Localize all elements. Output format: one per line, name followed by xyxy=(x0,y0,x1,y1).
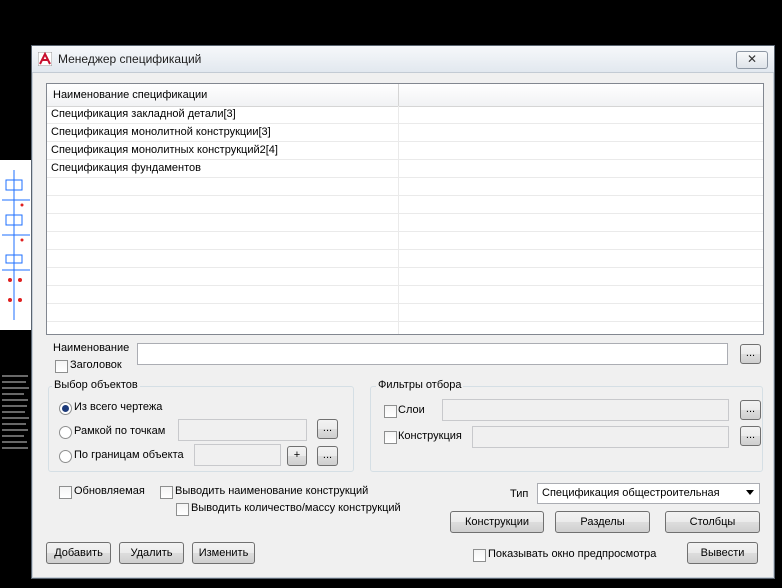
name-input[interactable] xyxy=(137,343,728,365)
list-item-empty xyxy=(47,232,763,250)
radio-window-points-label: Рамкой по точкам xyxy=(74,425,166,437)
chevron-down-icon xyxy=(746,490,754,495)
close-icon: ✕ xyxy=(746,52,758,66)
list-item-empty xyxy=(47,322,763,334)
column-header-spec-name[interactable]: Наименование спецификации xyxy=(47,84,399,106)
list-item[interactable]: Спецификация монолитной конструкции[3] xyxy=(47,124,763,142)
list-item-empty xyxy=(47,268,763,286)
construction-checkbox[interactable] xyxy=(384,431,397,444)
updatable-checkbox[interactable] xyxy=(59,486,72,499)
columns-button[interactable]: Столбцы xyxy=(665,511,760,533)
constructions-button[interactable]: Конструкции xyxy=(450,511,544,533)
preview-label: Показывать окно предпросмотра xyxy=(488,548,657,560)
show-names-label: Выводить наименование конструкций xyxy=(175,485,369,497)
close-button[interactable]: ✕ xyxy=(736,51,768,69)
name-browse-button[interactable]: ... xyxy=(740,344,761,364)
cad-background-drawing xyxy=(0,160,32,330)
window-points-browse-button[interactable]: ... xyxy=(317,419,338,439)
construction-browse-button[interactable]: ... xyxy=(740,426,761,446)
header-checkbox[interactable] xyxy=(55,360,68,373)
object-bounds-input xyxy=(194,444,281,466)
radio-whole-drawing-label: Из всего чертежа xyxy=(74,401,163,413)
list-item[interactable]: Спецификация монолитных конструкций2[4] xyxy=(47,142,763,160)
list-item-empty xyxy=(47,286,763,304)
object-bounds-browse-button[interactable]: ... xyxy=(317,446,338,466)
delete-button[interactable]: Удалить xyxy=(119,542,184,564)
spec-list[interactable]: Наименование спецификации Спецификация з… xyxy=(46,83,764,335)
show-quantity-checkbox[interactable] xyxy=(176,503,189,516)
edit-button[interactable]: Изменить xyxy=(192,542,255,564)
header-checkbox-label: Заголовок xyxy=(70,359,122,371)
list-item-empty xyxy=(47,304,763,322)
construction-input xyxy=(472,426,729,448)
window-points-input xyxy=(178,419,307,441)
object-bounds-plus-button[interactable]: + xyxy=(287,446,307,466)
construction-label: Конструкция xyxy=(398,430,462,442)
add-button[interactable]: Добавить xyxy=(46,542,111,564)
exit-button[interactable]: Вывести xyxy=(687,542,758,564)
window-title: Менеджер спецификаций xyxy=(58,52,202,66)
radio-object-bounds[interactable] xyxy=(59,450,72,463)
title-bar: Менеджер спецификаций ✕ xyxy=(32,46,774,73)
radio-whole-drawing[interactable] xyxy=(59,402,72,415)
updatable-label: Обновляемая xyxy=(74,485,145,497)
layers-checkbox[interactable] xyxy=(384,405,397,418)
layers-browse-button[interactable]: ... xyxy=(740,400,761,420)
filters-group-title: Фильтры отбора xyxy=(376,379,464,391)
type-label: Тип xyxy=(510,488,529,500)
name-label: Наименование xyxy=(53,342,130,354)
radio-object-bounds-label: По границам объекта xyxy=(74,449,184,461)
autocad-app-icon xyxy=(37,51,53,67)
type-select[interactable]: Спецификация общестроительная xyxy=(537,483,760,504)
list-rows: Спецификация закладной детали[3] Специфи… xyxy=(47,106,763,334)
cad-background-text xyxy=(0,370,32,460)
list-header: Наименование спецификации xyxy=(47,84,763,107)
list-item[interactable]: Спецификация закладной детали[3] xyxy=(47,106,763,124)
list-item-empty xyxy=(47,178,763,196)
preview-checkbox[interactable] xyxy=(473,549,486,562)
list-item-empty xyxy=(47,196,763,214)
selection-group-title: Выбор объектов xyxy=(52,379,140,391)
radio-window-points[interactable] xyxy=(59,426,72,439)
list-item[interactable]: Спецификация фундаментов xyxy=(47,160,763,178)
spec-manager-dialog: Менеджер спецификаций ✕ Наименование спе… xyxy=(31,45,775,579)
show-quantity-label: Выводить количество/массу конструкций xyxy=(191,502,401,514)
show-names-checkbox[interactable] xyxy=(160,486,173,499)
layers-label: Слои xyxy=(398,404,425,416)
sections-button[interactable]: Разделы xyxy=(555,511,650,533)
layers-input xyxy=(442,399,729,421)
list-item-empty xyxy=(47,214,763,232)
list-item-empty xyxy=(47,250,763,268)
